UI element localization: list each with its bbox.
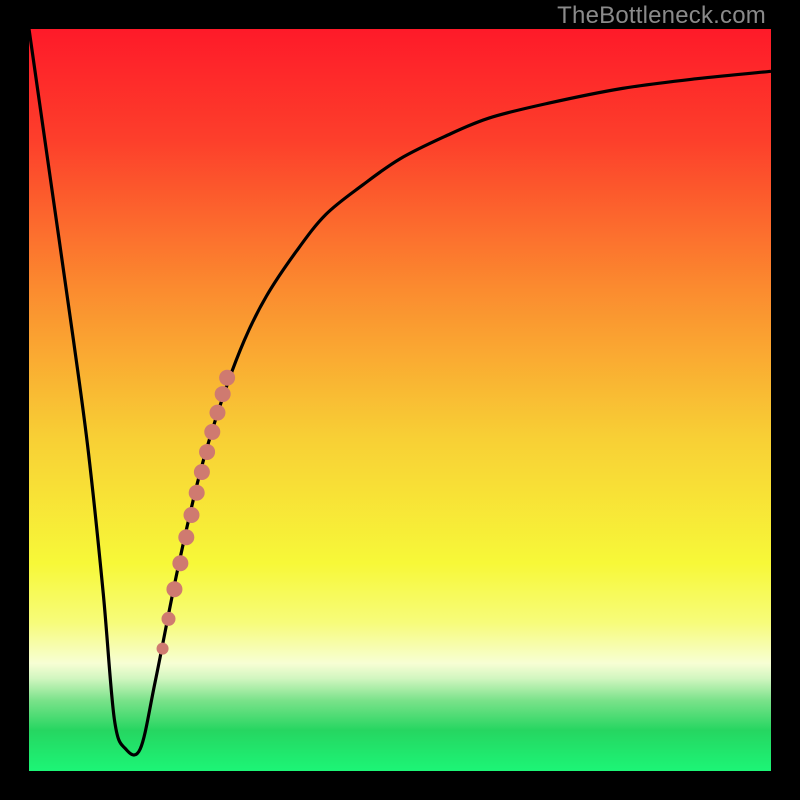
data-dot [161, 612, 175, 626]
data-dot [219, 370, 235, 386]
chart-svg [29, 29, 771, 771]
gradient-background [29, 29, 771, 771]
data-dot [172, 555, 188, 571]
data-dot [194, 464, 210, 480]
data-dot [166, 581, 182, 597]
data-dot [157, 643, 169, 655]
data-dot [204, 424, 220, 440]
plot-area [29, 29, 771, 771]
data-dot [209, 405, 225, 421]
data-dot [178, 529, 194, 545]
data-dot [199, 444, 215, 460]
data-dot [183, 507, 199, 523]
watermark-text: TheBottleneck.com [557, 2, 766, 30]
data-dot [215, 386, 231, 402]
chart-frame: TheBottleneck.com [0, 0, 800, 800]
data-dot [189, 485, 205, 501]
